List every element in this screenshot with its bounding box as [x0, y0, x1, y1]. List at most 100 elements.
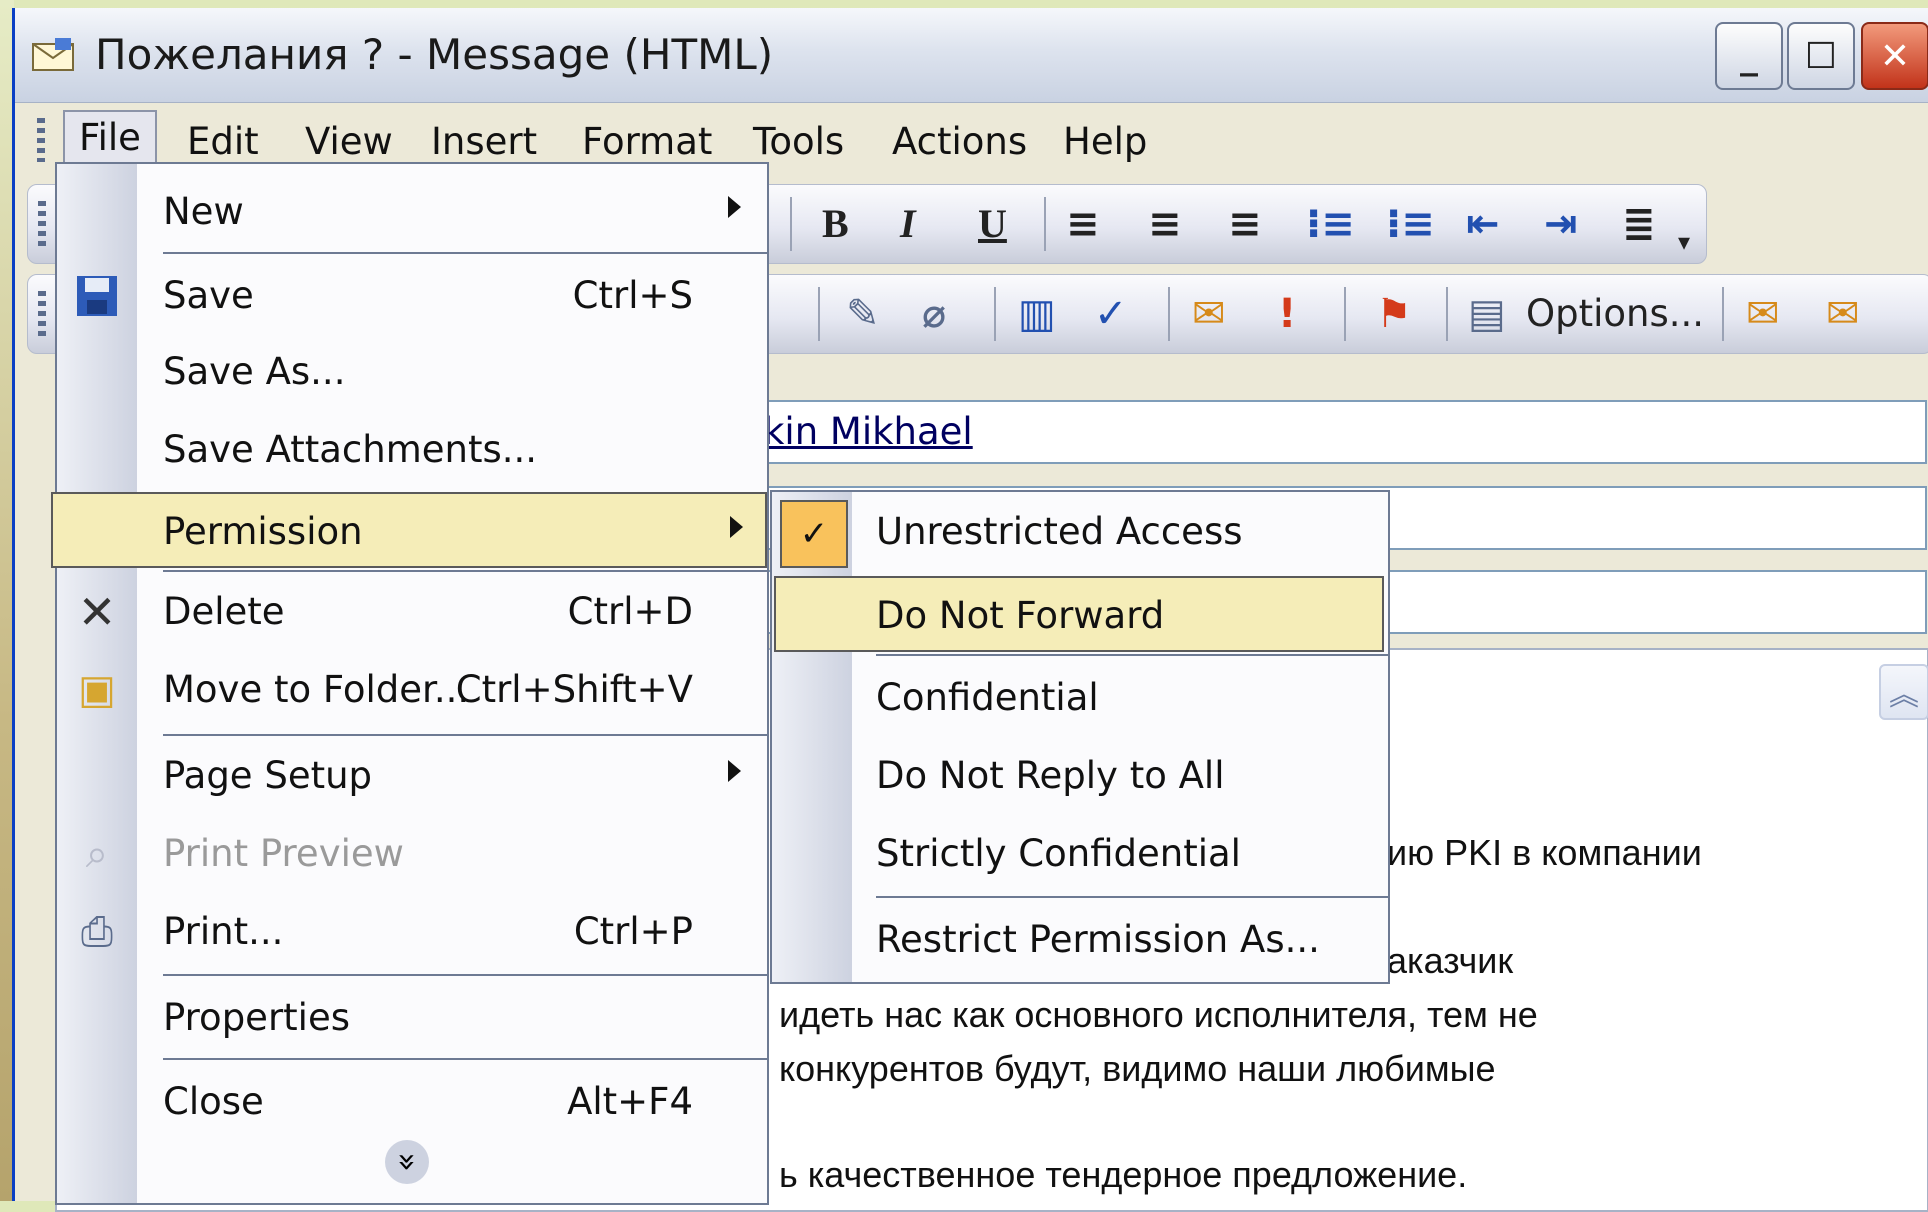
menu-item-label: Restrict Permission As...	[876, 918, 1320, 961]
submenu-arrow-icon	[728, 196, 741, 218]
menu-item-strictly-confidential[interactable]: Strictly Confidential	[772, 816, 1384, 892]
decrease-indent-icon[interactable]: ⇤	[1466, 197, 1500, 251]
close-icon: ✕	[1879, 35, 1911, 77]
menu-edit[interactable]: Edit	[187, 120, 259, 163]
toolbar-grip[interactable]	[38, 201, 46, 247]
body-line: идеть нас как основного исполнителя, тем…	[779, 994, 1538, 1035]
menu-item-new[interactable]: New	[57, 174, 763, 250]
minimize-icon: _	[1740, 35, 1758, 77]
address-book-icon[interactable]: ▥	[1018, 287, 1056, 341]
menu-item-save[interactable]: Save Ctrl+S	[57, 258, 763, 334]
menu-item-do-not-forward[interactable]: Do Not Forward	[774, 576, 1384, 652]
to-recipient[interactable]: kin Mikhael	[763, 410, 973, 453]
menu-item-delete[interactable]: ✕ Delete Ctrl+D	[57, 574, 763, 650]
check-names-icon[interactable]: ✓	[1094, 287, 1128, 341]
follow-up-flag-icon[interactable]: ⚑	[1376, 287, 1412, 341]
menu-format[interactable]: Format	[582, 120, 712, 163]
italic-button[interactable]: I	[900, 197, 916, 251]
to-field[interactable]: kin Mikhael	[755, 400, 1927, 464]
bullets-icon[interactable]: ⁝≡	[1306, 197, 1355, 251]
toolbar-separator	[1044, 197, 1046, 251]
toolbar-options-chevron-icon[interactable]: ▾	[1678, 215, 1690, 269]
menu-item-restrict-permission-as[interactable]: Restrict Permission As...	[772, 902, 1384, 978]
menu-item-save-as[interactable]: Save As...	[57, 334, 763, 410]
checkmark-icon: ✓	[780, 500, 848, 568]
options-icon[interactable]: ▤	[1468, 287, 1506, 341]
menu-insert[interactable]: Insert	[431, 120, 537, 163]
increase-indent-icon[interactable]: ⇥	[1544, 197, 1578, 251]
importance-high-icon[interactable]: !	[1278, 287, 1296, 341]
close-button[interactable]: ✕	[1861, 22, 1928, 90]
menu-item-shortcut: Ctrl+S	[572, 274, 693, 317]
menu-item-label: Save Attachments...	[163, 428, 538, 471]
scroll-up-button[interactable]: ︽	[1879, 664, 1928, 720]
toolbar-separator	[818, 287, 820, 341]
numbering-icon[interactable]: ⁝≡	[1386, 197, 1435, 251]
menu-item-label: New	[163, 190, 244, 233]
menu-item-label: Strictly Confidential	[876, 832, 1241, 875]
maximize-icon: ☐	[1804, 35, 1838, 77]
align-center-icon[interactable]: ≡	[1148, 197, 1182, 251]
window-title: Пожелания ? - Message (HTML)	[95, 30, 774, 79]
menu-item-properties[interactable]: Properties	[57, 980, 763, 1056]
title-bar[interactable]: Пожелания ? - Message (HTML) _ ☐ ✕	[15, 8, 1928, 103]
menu-item-label: Page Setup	[163, 754, 373, 797]
align-left-icon[interactable]: ≡	[1066, 197, 1100, 251]
printer-icon: ⎙	[81, 909, 113, 955]
options-button[interactable]: Options...	[1526, 287, 1704, 341]
envelope-icon	[32, 38, 74, 71]
menubar-grip[interactable]	[37, 118, 45, 162]
toolbar-separator	[994, 287, 996, 341]
file-menu: New Save Ctrl+S Save As... Save Attachme…	[51, 162, 769, 1205]
menu-view[interactable]: View	[305, 120, 393, 163]
body-line: ию PKI в компании	[1387, 832, 1702, 873]
menu-item-shortcut: Ctrl+Shift+V	[455, 668, 693, 711]
align-right-icon[interactable]: ≡	[1228, 197, 1262, 251]
underline-button[interactable]: U	[978, 197, 1007, 251]
menu-separator	[163, 734, 767, 736]
sign-message-icon[interactable]: ✉	[1746, 287, 1780, 341]
expand-menu-chevron-icon[interactable]: »	[385, 1140, 429, 1184]
body-line: конкурентов будут, видимо наши любимые	[779, 1048, 1496, 1089]
menu-separator	[163, 252, 767, 254]
menu-item-close[interactable]: Close Alt+F4	[57, 1064, 763, 1140]
toolbar-grip[interactable]	[38, 291, 46, 337]
submenu-arrow-icon	[730, 516, 743, 538]
encrypt-message-icon[interactable]: ✉	[1826, 287, 1860, 341]
menu-separator	[163, 1058, 767, 1060]
menu-item-print[interactable]: ⎙ Print... Ctrl+P	[57, 894, 763, 970]
menu-item-do-not-reply-to-all[interactable]: Do Not Reply to All	[772, 738, 1384, 814]
menu-help[interactable]: Help	[1063, 120, 1147, 163]
menu-separator	[163, 570, 767, 572]
menu-item-confidential[interactable]: Confidential	[772, 660, 1384, 736]
menu-item-move-to-folder[interactable]: ▣ Move to Folder... Ctrl+Shift+V	[57, 652, 763, 728]
menu-separator	[163, 974, 767, 976]
body-line: ь качественное тендерное предложение.	[779, 1154, 1468, 1195]
menu-item-save-attachments[interactable]: Save Attachments...	[57, 412, 763, 488]
menu-item-label: Confidential	[876, 676, 1099, 719]
submenu-arrow-icon	[728, 760, 741, 782]
delete-icon: ✕	[77, 585, 117, 639]
menu-item-label: Do Not Forward	[876, 594, 1165, 637]
print-preview-icon: ⌕	[85, 831, 109, 877]
maximize-button[interactable]: ☐	[1787, 22, 1855, 90]
menu-item-shortcut: Alt+F4	[567, 1080, 693, 1123]
chevron-up-icon: ︽	[1889, 678, 1919, 713]
attach-file-icon[interactable]: ⌀	[922, 287, 946, 341]
menu-item-unrestricted-access[interactable]: ✓ Unrestricted Access	[772, 494, 1384, 570]
menu-tools[interactable]: Tools	[753, 120, 844, 163]
menu-item-shortcut: Ctrl+D	[567, 590, 693, 633]
minimize-button[interactable]: _	[1715, 22, 1783, 90]
style-icon[interactable]: ≣	[1622, 197, 1656, 251]
permission-envelope-icon[interactable]: ✉	[1192, 287, 1226, 341]
menu-item-label: Save As...	[163, 350, 346, 393]
permission-submenu: ✓ Unrestricted Access Do Not Forward Con…	[770, 490, 1390, 984]
menu-item-page-setup[interactable]: Page Setup	[57, 738, 763, 814]
bold-button[interactable]: B	[822, 197, 849, 251]
menu-actions[interactable]: Actions	[892, 120, 1027, 163]
signature-icon[interactable]: ✎	[846, 287, 880, 341]
menu-item-permission[interactable]: Permission	[51, 492, 767, 568]
toolbar-separator	[1446, 287, 1448, 341]
menu-item-label: Close	[163, 1080, 264, 1123]
menu-item-label: Save	[163, 274, 254, 317]
